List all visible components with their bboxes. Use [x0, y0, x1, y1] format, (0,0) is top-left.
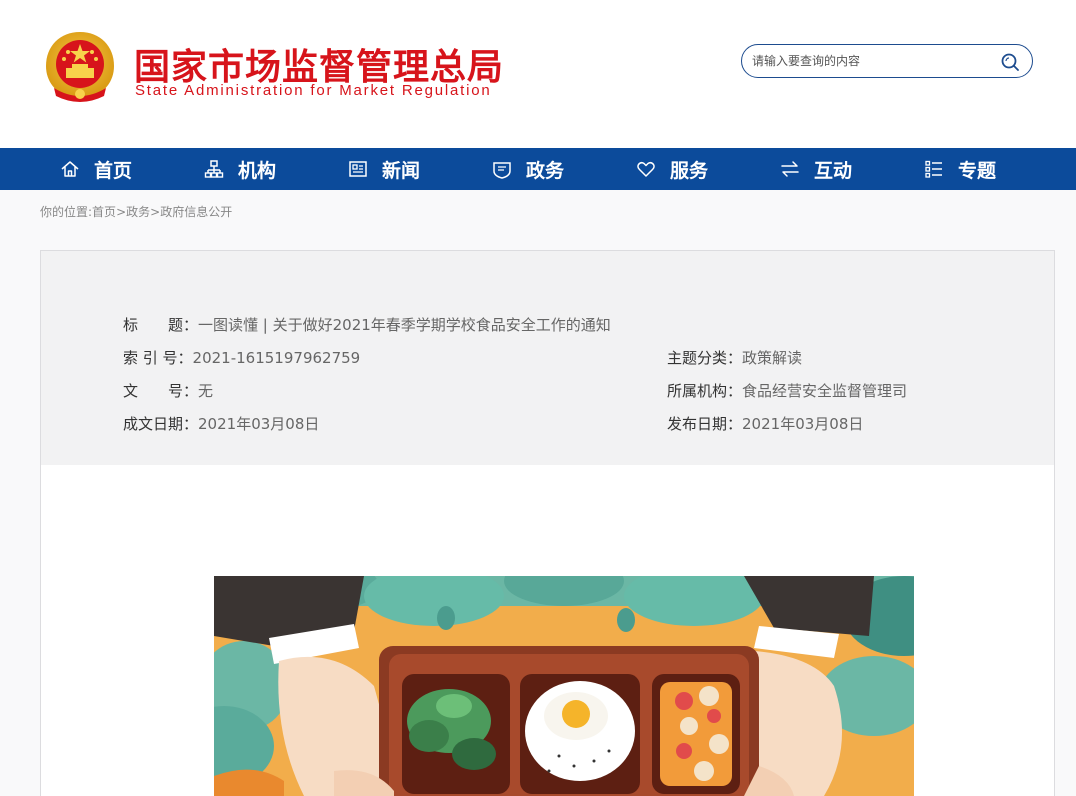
- page: 国家市场监督管理总局 State Administration for Mark…: [0, 0, 1076, 796]
- nav-topics-label: 专题: [958, 159, 997, 182]
- breadcrumb-home[interactable]: 首页: [92, 205, 116, 219]
- exchange-icon: [781, 161, 799, 177]
- nav-topics[interactable]: 专题: [924, 148, 996, 190]
- national-emblem-icon[interactable]: [44, 30, 116, 106]
- info-publish-date-label: 发布日期：: [667, 415, 743, 433]
- news-icon: [349, 161, 367, 177]
- breadcrumb-separator: >: [116, 205, 127, 219]
- info-index-value: 2021-1615197962759: [192, 349, 361, 367]
- info-title-row: 标 题：一图读懂 | 关于做好2021年春季学期学校食品安全工作的通知: [123, 314, 611, 335]
- breadcrumb: 你的位置:首页>政务>政府信息公开: [40, 203, 232, 220]
- heart-icon: [637, 161, 655, 177]
- main-nav: 首页 机构 新闻 政务 服务 互动 专题: [0, 148, 1076, 190]
- info-topic-row: 主题分类：政策解读: [667, 347, 802, 368]
- nav-affairs-label: 政务: [526, 159, 565, 182]
- info-title-label: 标 题：: [123, 316, 199, 334]
- site-header: 国家市场监督管理总局 State Administration for Mark…: [0, 0, 1076, 148]
- search-box: [741, 44, 1033, 78]
- nav-home[interactable]: 首页: [60, 148, 132, 190]
- info-title-value: 一图读懂 | 关于做好2021年春季学期学校食品安全工作的通知: [198, 316, 611, 334]
- breadcrumb-separator: >: [150, 205, 161, 219]
- info-topic-value: 政策解读: [742, 349, 803, 367]
- home-icon: [61, 161, 79, 177]
- org-icon: [204, 160, 224, 178]
- search-icon[interactable]: [1000, 52, 1020, 72]
- info-index-row: 索 引 号：2021-1615197962759: [123, 347, 360, 368]
- info-org-label: 所属机构：: [667, 382, 743, 400]
- lunch-tray-illustration: [214, 576, 914, 796]
- breadcrumb-gov-info[interactable]: 政府信息公开: [160, 205, 232, 219]
- info-docno-value: 无: [198, 382, 214, 400]
- info-written-date-row: 成文日期：2021年03月08日: [123, 413, 319, 434]
- info-topic-label: 主题分类：: [667, 349, 743, 367]
- breadcrumb-affairs[interactable]: 政务: [126, 205, 150, 219]
- topics-icon: [925, 160, 942, 178]
- breadcrumb-prefix: 你的位置:: [40, 205, 93, 219]
- search-input[interactable]: [752, 51, 992, 71]
- info-written-date-value: 2021年03月08日: [198, 415, 320, 433]
- affairs-icon: [493, 162, 511, 179]
- nav-affairs[interactable]: 政务: [492, 148, 564, 190]
- info-publish-date-row: 发布日期：2021年03月08日: [667, 413, 863, 434]
- info-index-label: 索 引 号：: [123, 349, 193, 367]
- nav-service-label: 服务: [670, 159, 709, 182]
- info-org-value: 食品经营安全监督管理司: [742, 382, 908, 400]
- nav-home-label: 首页: [94, 159, 133, 182]
- info-written-date-label: 成文日期：: [123, 415, 199, 433]
- nav-news-label: 新闻: [382, 159, 421, 182]
- nav-interact[interactable]: 互动: [780, 148, 852, 190]
- nav-org[interactable]: 机构: [204, 148, 276, 190]
- info-org-row: 所属机构：食品经营安全监督管理司: [667, 380, 907, 401]
- info-docno-row: 文 号：无: [123, 380, 213, 401]
- nav-service[interactable]: 服务: [636, 148, 708, 190]
- nav-org-label: 机构: [238, 159, 277, 182]
- nav-news[interactable]: 新闻: [348, 148, 420, 190]
- info-publish-date-value: 2021年03月08日: [742, 415, 864, 433]
- site-title-en[interactable]: State Administration for Market Regulati…: [135, 82, 492, 99]
- nav-interact-label: 互动: [814, 159, 853, 182]
- info-docno-label: 文 号：: [123, 382, 199, 400]
